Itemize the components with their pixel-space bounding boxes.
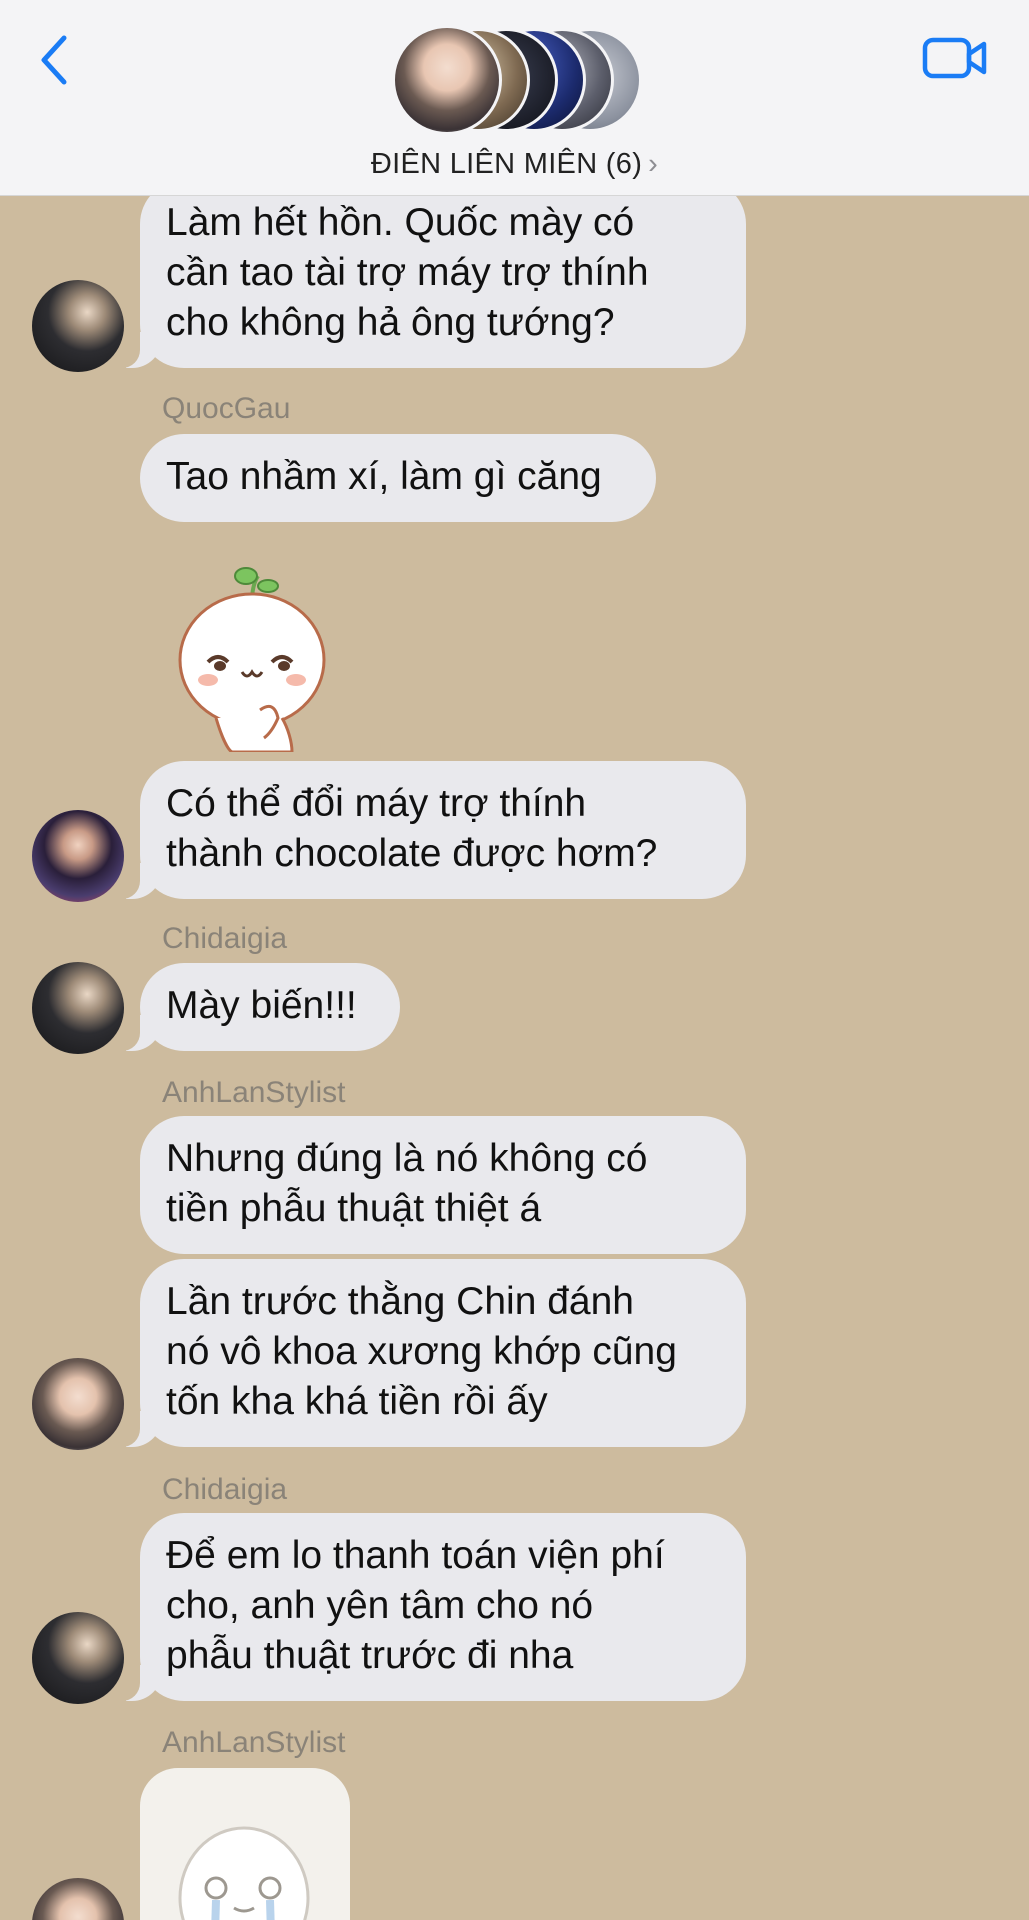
message-bubble[interactable]: Nhưng đúng là nó không có tiền phẫu thuậ…	[140, 1116, 746, 1254]
message-bubble[interactable]: Để em lo thanh toán viện phí cho, anh yê…	[114, 1513, 746, 1701]
message-bubble[interactable]: Mày biến!!!	[114, 963, 400, 1051]
video-camera-icon	[922, 37, 987, 79]
chevron-left-icon	[41, 35, 67, 85]
sender-name: Chidaigia	[162, 1473, 288, 1506]
member-avatar	[392, 25, 502, 135]
sender-name: Chidaigia	[162, 922, 288, 955]
chevron-right-icon: ›	[648, 148, 659, 180]
blushing-egg-sticker[interactable]	[168, 562, 338, 757]
message-bubble[interactable]: Có thể đổi máy trợ thính thành chocolate…	[114, 761, 746, 899]
sender-name: AnhLanStylist	[162, 1076, 346, 1109]
back-button[interactable]	[30, 30, 80, 90]
group-avatar-stack[interactable]	[392, 25, 642, 135]
group-name: ĐIÊN LIÊN MIÊN (6)	[370, 148, 643, 180]
avatar[interactable]	[32, 1358, 124, 1450]
crying-sticker[interactable]	[140, 1768, 350, 1920]
message-bubble[interactable]: Làm hết hồn. Quốc mày có cần tao tài trợ…	[114, 196, 746, 368]
avatar[interactable]	[32, 810, 124, 902]
message-list[interactable]: Làm hết hồn. Quốc mày có cần tao tài trợ…	[0, 196, 1029, 1920]
avatar[interactable]	[32, 280, 124, 372]
avatar[interactable]	[32, 962, 124, 1054]
avatar[interactable]	[32, 1878, 124, 1920]
message-bubble[interactable]: Tao nhầm xí, làm gì căng	[140, 434, 656, 522]
message-bubble[interactable]: Lần trước thằng Chin đánh nó vô khoa xươ…	[114, 1259, 746, 1447]
sender-name: QuocGau	[162, 392, 291, 425]
video-call-button[interactable]	[922, 34, 988, 82]
group-title[interactable]: ĐIÊN LIÊN MIÊN (6) ›	[0, 148, 1029, 181]
avatar[interactable]	[32, 1612, 124, 1704]
sender-name: AnhLanStylist	[162, 1726, 346, 1759]
chat-header: ĐIÊN LIÊN MIÊN (6) ›	[0, 0, 1029, 196]
